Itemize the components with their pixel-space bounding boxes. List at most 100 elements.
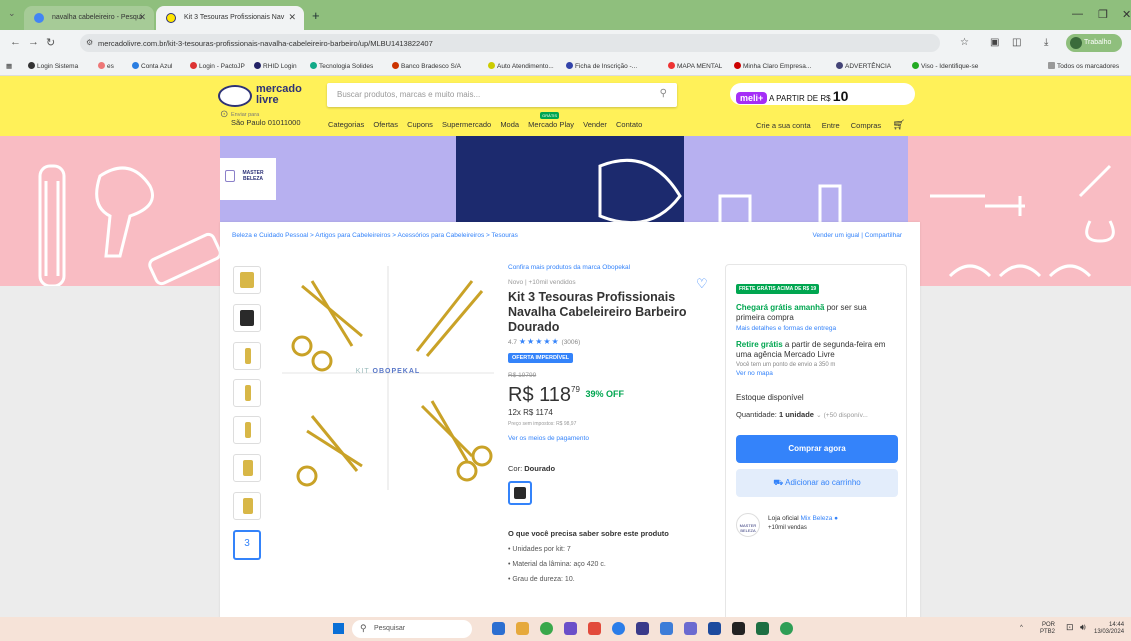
close-icon[interactable]: ✕	[138, 12, 146, 23]
taskbar-search[interactable]: ⚲ Pesquisar	[352, 620, 472, 638]
thumbnail[interactable]	[233, 266, 261, 294]
network-icon[interactable]: ⊡	[1066, 623, 1074, 632]
nav-purchases[interactable]: Compras	[851, 121, 881, 130]
tab-search[interactable]: navalha cabeleireiro - Pesqui ✕	[24, 6, 154, 30]
profile-button[interactable]: Trabalho	[1066, 34, 1122, 52]
back-icon[interactable]: ←	[10, 36, 21, 48]
app-icon[interactable]	[708, 622, 721, 635]
apps-icon[interactable]: ▦	[6, 62, 12, 70]
edge-icon[interactable]	[612, 622, 625, 635]
add-to-cart-button[interactable]: ⛟ Adicionar ao carrinho	[736, 469, 898, 497]
file-explorer-icon[interactable]	[516, 622, 529, 635]
bookmark-item[interactable]: Login Sistema	[28, 62, 78, 70]
site-info-icon[interactable]: ⚙	[86, 38, 93, 47]
excel-icon[interactable]	[756, 622, 769, 635]
bookmark-item[interactable]: ADVERTÊNCIA	[836, 62, 891, 70]
product-main-image[interactable]	[282, 266, 494, 490]
new-tab-icon[interactable]: +	[312, 8, 320, 23]
chrome-icon[interactable]	[540, 622, 553, 635]
search-input[interactable]: Buscar produtos, marcas e muito mais... …	[327, 83, 677, 107]
app-icon[interactable]	[588, 622, 601, 635]
thumbnail[interactable]	[233, 416, 261, 444]
rating[interactable]: 4.7 ★★★★★ (3006)	[508, 337, 708, 346]
shipping-details-link[interactable]: Mais detalhes e formas de entrega	[736, 325, 896, 332]
app-icon[interactable]	[492, 622, 505, 635]
share-links[interactable]: Vender um igual | Compartilhar	[813, 232, 902, 239]
pickup-info: Retire grátis a partir de segunda-feira …	[736, 340, 886, 359]
download-icon[interactable]: ⤓	[1044, 37, 1048, 48]
mercadolivre-logo[interactable]: mercado livre	[218, 83, 302, 111]
color-swatch[interactable]	[508, 481, 532, 505]
maximize-icon[interactable]: ❐	[1098, 8, 1108, 21]
bookmark-star-icon[interactable]: ☆	[960, 37, 969, 48]
bookmark-item[interactable]: Banco Bradesco S/A	[392, 62, 461, 70]
minimize-icon[interactable]: —	[1072, 8, 1083, 20]
site-header: mercado livre Buscar produtos, marcas e …	[0, 76, 1131, 136]
thumbnail[interactable]	[233, 379, 261, 407]
bookmark-item[interactable]: Auto Atendimento...	[488, 62, 554, 70]
cart-icon: ⛟	[773, 478, 784, 487]
google-icon	[34, 13, 44, 23]
tray-chevron-icon[interactable]: ^	[1020, 625, 1023, 632]
meli-plus-text: A PARTIR DE R$	[769, 94, 831, 103]
bookmark-item[interactable]: Ficha de Inscrição -...	[566, 62, 637, 70]
forward-icon[interactable]: →	[28, 36, 39, 48]
volume-icon[interactable]: 🔊︎	[1080, 623, 1086, 632]
extension-icon[interactable]: ▣	[990, 37, 999, 48]
nav-mercado-play[interactable]: Mercado Play	[528, 120, 574, 129]
url-field[interactable]: ⚙ mercadolivre.com.br/kit-3-tesouras-pro…	[80, 34, 940, 52]
nav-ofertas[interactable]: Ofertas	[373, 120, 398, 129]
tab-list-icon[interactable]: ⌄	[8, 8, 16, 19]
nav-categorias[interactable]: Categorias	[328, 120, 364, 129]
brand-mark-icon	[225, 170, 235, 182]
bookmark-item[interactable]: Login - PactoJP	[190, 62, 245, 70]
meli-plus-banner[interactable]: meli+ A PARTIR DE R$ 10	[730, 83, 915, 105]
reload-icon[interactable]: ↻	[46, 36, 55, 49]
thumbnail[interactable]	[233, 454, 261, 482]
payment-methods-link[interactable]: Ver os meios de pagamento	[508, 435, 708, 442]
close-window-icon[interactable]: ✕	[1122, 8, 1131, 21]
cart-icon[interactable]: 🛒︎	[892, 120, 905, 131]
nav-login[interactable]: Entre	[822, 121, 840, 130]
language-indicator[interactable]: POR PTB2	[1040, 622, 1055, 636]
extensions-puzzle-icon[interactable]: ◫	[1012, 37, 1021, 48]
thumbnail[interactable]	[233, 304, 261, 332]
close-icon[interactable]: ✕	[288, 12, 296, 23]
nav-supermercado[interactable]: Supermercado	[442, 120, 491, 129]
search-icon[interactable]: ⚲	[660, 88, 667, 99]
bookmark-item[interactable]: Viso - Identifique-se	[912, 62, 978, 70]
bookmark-item[interactable]: Tecnologia Solides	[310, 62, 373, 70]
breadcrumb[interactable]: Beleza e Cuidado Pessoal > Artigos para …	[232, 232, 518, 239]
app-icon[interactable]	[684, 622, 697, 635]
nav-contato[interactable]: Contato	[616, 120, 642, 129]
nav-create-account[interactable]: Crie a sua conta	[756, 121, 811, 130]
location-selector[interactable]: ⊙ Enviar para São Paulo 01011000	[220, 110, 301, 127]
map-link[interactable]: Ver no mapa	[736, 370, 896, 377]
nav-cupons[interactable]: Cupons	[407, 120, 433, 129]
seller-info[interactable]: MASTER BELEZA Loja oficial Mix Beleza ● …	[736, 513, 896, 537]
nav-vender[interactable]: Vender	[583, 120, 607, 129]
thumbnail[interactable]	[233, 342, 261, 370]
app-icon[interactable]	[636, 622, 649, 635]
brand-logo[interactable]: MASTER BELEZA	[220, 158, 276, 200]
app-icon[interactable]	[660, 622, 673, 635]
all-bookmarks[interactable]: Todos os marcadores	[1048, 62, 1119, 70]
tab-product[interactable]: Kit 3 Tesouras Profissionais Nav ✕	[156, 6, 304, 30]
thumbnail-more[interactable]: 3	[233, 530, 261, 560]
windows-start-icon[interactable]	[333, 623, 344, 634]
buy-now-button[interactable]: Comprar agora	[736, 435, 898, 463]
brand-link[interactable]: Confira mais produtos da marca Obopekal	[508, 264, 708, 271]
app-icon[interactable]	[564, 622, 577, 635]
bookmark-item[interactable]: MAPA MENTAL	[668, 62, 722, 70]
thumbnail[interactable]	[233, 492, 261, 520]
bookmark-item[interactable]: es	[98, 62, 114, 70]
quantity-selector[interactable]: Quantidade: 1 unidade ⌄ (+50 disponív...	[736, 410, 896, 419]
chrome-profile-icon[interactable]	[780, 622, 793, 635]
clock[interactable]: 14:44 13/03/2024	[1094, 622, 1124, 636]
pickup-distance: Você tem um ponto de envio a 350 m	[736, 362, 836, 368]
bookmark-item[interactable]: RHID Login	[254, 62, 297, 70]
app-icon[interactable]	[732, 622, 745, 635]
nav-moda[interactable]: Moda	[500, 120, 519, 129]
bookmark-item[interactable]: Conta Azul	[132, 62, 172, 70]
bookmark-item[interactable]: Minha Claro Empresa...	[734, 62, 811, 70]
